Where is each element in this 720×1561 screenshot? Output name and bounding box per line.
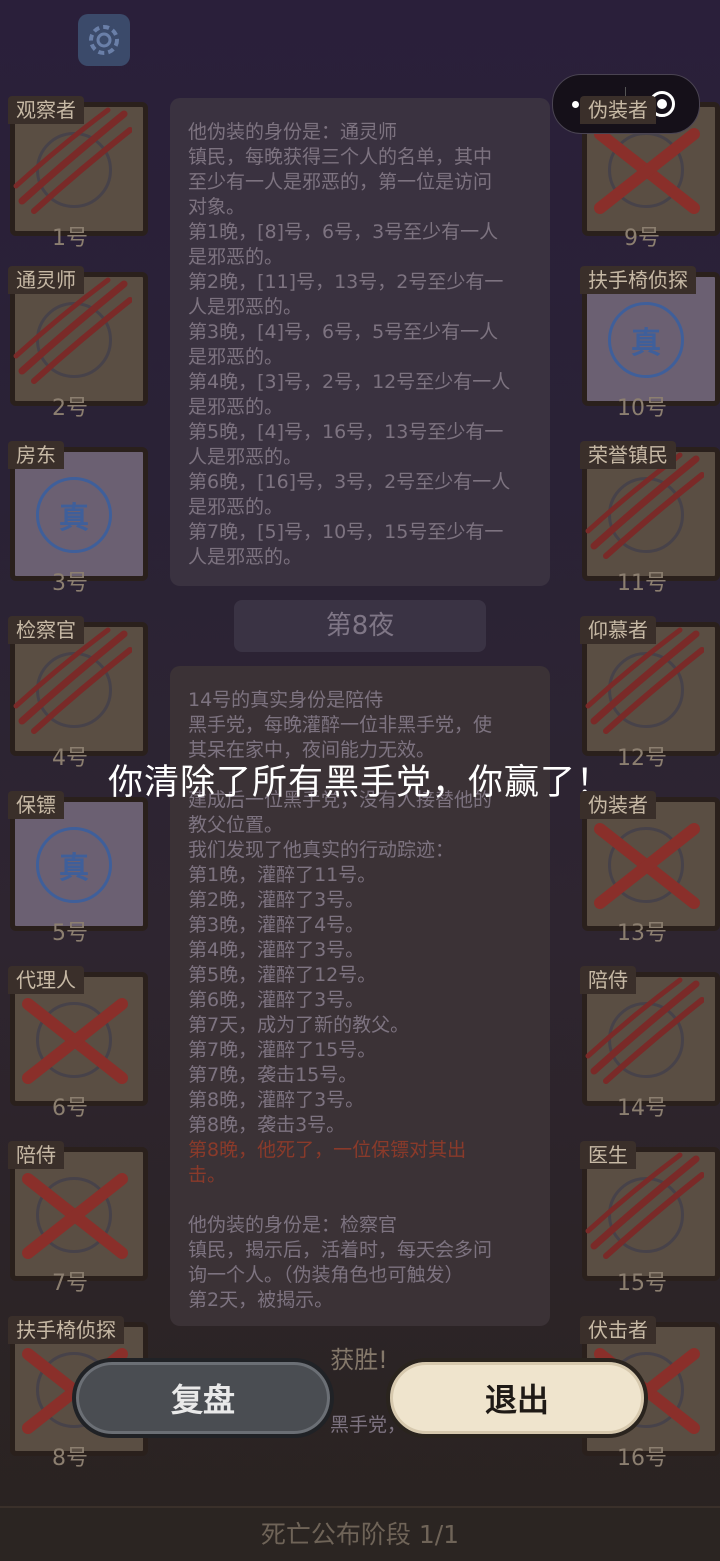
player-card[interactable]: 陪侍 7号: [2, 1141, 148, 1296]
player-card[interactable]: 陪侍 14号: [574, 966, 720, 1121]
player-card[interactable]: 代理人 6号: [2, 966, 148, 1121]
game-screen: 观察者 1号 通灵师 2号 房东真 3号 检察官 4号 保镖真 5号 代理人 6号 陪侍 7号 扶手椅侦探 8…: [0, 0, 720, 1561]
log-line: 第6晚，[16]号，3号，2号至少有一人: [188, 471, 511, 493]
player-role: 荣誉镇民: [580, 441, 676, 469]
log-line: 第7晚，灌醉了15号。: [188, 1039, 377, 1061]
player-number: 3号: [52, 571, 88, 596]
player-number: 5号: [52, 921, 88, 946]
true-stamp-icon: 真: [36, 827, 112, 903]
log-line: 第8晚，袭击3号。: [188, 1114, 346, 1136]
log-line: 人是邪恶的。: [188, 296, 303, 318]
player-card[interactable]: 医生 15号: [574, 1141, 720, 1296]
log-line: 我们发现了他真实的行动踪迹：: [188, 839, 455, 861]
log-panel-previous[interactable]: 他伪装的身份是：通灵师镇民，每晚获得三个人的名单，其中 至少有一人是邪恶的，第一位…: [170, 98, 550, 586]
log-line: 第6晚，灌醉了3号。: [188, 989, 365, 1011]
log-line: 是邪恶的。: [188, 346, 284, 368]
log-line: 他伪装的身份是：检察官: [188, 1214, 398, 1236]
player-role: 扶手椅侦探: [8, 1316, 124, 1344]
player-number: 6号: [52, 1096, 88, 1121]
player-role: 扶手椅侦探: [580, 266, 696, 294]
log-line: 第3晚，[4]号，6号，5号至少有一人: [188, 321, 499, 343]
player-number: 1号: [52, 226, 88, 251]
log-line: 教父位置。: [188, 814, 284, 836]
player-role: 检察官: [8, 616, 84, 644]
player-number: 7号: [52, 1271, 88, 1296]
log-line: 第2晚，[11]号，13号，2号至少有一: [188, 271, 504, 293]
player-card[interactable]: 观察者 1号: [2, 96, 148, 251]
player-role: 仰慕者: [580, 616, 656, 644]
log-line: 第8晚，灌醉了3号。: [188, 1089, 365, 1111]
log-line: 第3晚，灌醉了4号。: [188, 914, 365, 936]
eliminated-cross-icon: [22, 998, 128, 1084]
log-line: 第2天，被揭示。: [188, 1289, 334, 1311]
player-card[interactable]: 通灵师 2号: [2, 266, 148, 421]
log-line: [188, 1188, 534, 1213]
log-line: 是邪恶的。: [188, 396, 284, 418]
log-line: 人是邪恶的。: [188, 446, 303, 468]
player-role: 通灵师: [8, 266, 84, 294]
log-line: 是邪恶的。: [188, 246, 284, 268]
player-role: 医生: [580, 1141, 636, 1169]
settings-gear-icon[interactable]: [78, 14, 130, 66]
player-role: 伪装者: [580, 96, 656, 124]
true-stamp-icon: 真: [36, 477, 112, 553]
player-card[interactable]: 房东真 3号: [2, 441, 148, 596]
player-role: 陪侍: [8, 1141, 64, 1169]
log-line: 第4晚，灌醉了3号。: [188, 939, 365, 961]
exit-button[interactable]: 退出: [386, 1358, 648, 1438]
log-line: 第7天，成为了新的教父。: [188, 1014, 410, 1036]
log-line: 第5晚，[4]号，16号，13号至少有一: [188, 421, 504, 443]
player-card[interactable]: 伪装者 13号: [574, 791, 720, 946]
log-line: 镇民，揭示后，活着时，每天会多问: [188, 1239, 493, 1261]
player-card[interactable]: 仰慕者 12号: [574, 616, 720, 771]
log-line: 镇民，每晚获得三个人的名单，其中: [188, 146, 493, 168]
player-number: 8号: [52, 1446, 88, 1471]
player-number: 2号: [52, 396, 88, 421]
player-card[interactable]: 扶手椅侦探真 10号: [574, 266, 720, 421]
player-role: 伪装者: [580, 791, 656, 819]
player-card[interactable]: 保镖真 5号: [2, 791, 148, 946]
player-role: 保镖: [8, 791, 64, 819]
replay-button[interactable]: 复盘: [72, 1358, 334, 1438]
log-line: 击。: [188, 1164, 227, 1186]
log-line: 第4晚，[3]号，2号，12号至少有一人: [188, 371, 511, 393]
log-line: 第7晚，袭击15号。: [188, 1064, 358, 1086]
player-role: 陪侍: [580, 966, 636, 994]
player-number: 15号: [617, 1271, 667, 1296]
log-line: 人是邪恶的。: [188, 546, 303, 568]
player-number: 16号: [617, 1446, 667, 1471]
eliminated-cross-icon: [594, 823, 700, 909]
player-number: 13号: [617, 921, 667, 946]
player-number: 10号: [617, 396, 667, 421]
log-line: 第1晚，[8]号，6号，3号至少有一人: [188, 221, 499, 243]
player-role: 观察者: [8, 96, 84, 124]
player-number: 11号: [617, 571, 667, 596]
log-line: 对象。: [188, 196, 246, 218]
player-role: 伏击者: [580, 1316, 656, 1344]
player-card[interactable]: 检察官 4号: [2, 616, 148, 771]
player-role: 代理人: [8, 966, 84, 994]
log-line: 14号的真实身份是陪侍: [188, 689, 384, 711]
log-line: 他伪装的身份是：通灵师: [188, 121, 398, 143]
log-line: 黑手党，每晚灌醉一位非黑手党，使: [188, 714, 493, 736]
log-line: 第7晚，[5]号，10号，15号至少有一: [188, 521, 504, 543]
log-line: 询一个人。（伪装角色也可触发）: [188, 1264, 464, 1286]
eliminated-cross-icon: [594, 128, 700, 214]
player-number: 9号: [624, 226, 660, 251]
log-line: 第5晚，灌醉了12号。: [188, 964, 377, 986]
true-stamp-icon: 真: [608, 302, 684, 378]
night-label: 第8夜: [234, 600, 486, 652]
eliminated-cross-icon: [22, 1173, 128, 1259]
player-role: 房东: [8, 441, 64, 469]
log-line: 至少有一人是邪恶的，第一位是访问: [188, 171, 493, 193]
log-line: 第8晚，他死了，一位保镖对其出: [188, 1139, 467, 1161]
log-line: 第1晚，灌醉了11号。: [188, 864, 377, 886]
player-card[interactable]: 荣誉镇民 11号: [574, 441, 720, 596]
phase-status-bar: 死亡公布阶段 1/1: [0, 1506, 720, 1561]
log-line: 是邪恶的。: [188, 496, 284, 518]
player-number: 14号: [617, 1096, 667, 1121]
log-line: 第2晚，灌醉了3号。: [188, 889, 365, 911]
